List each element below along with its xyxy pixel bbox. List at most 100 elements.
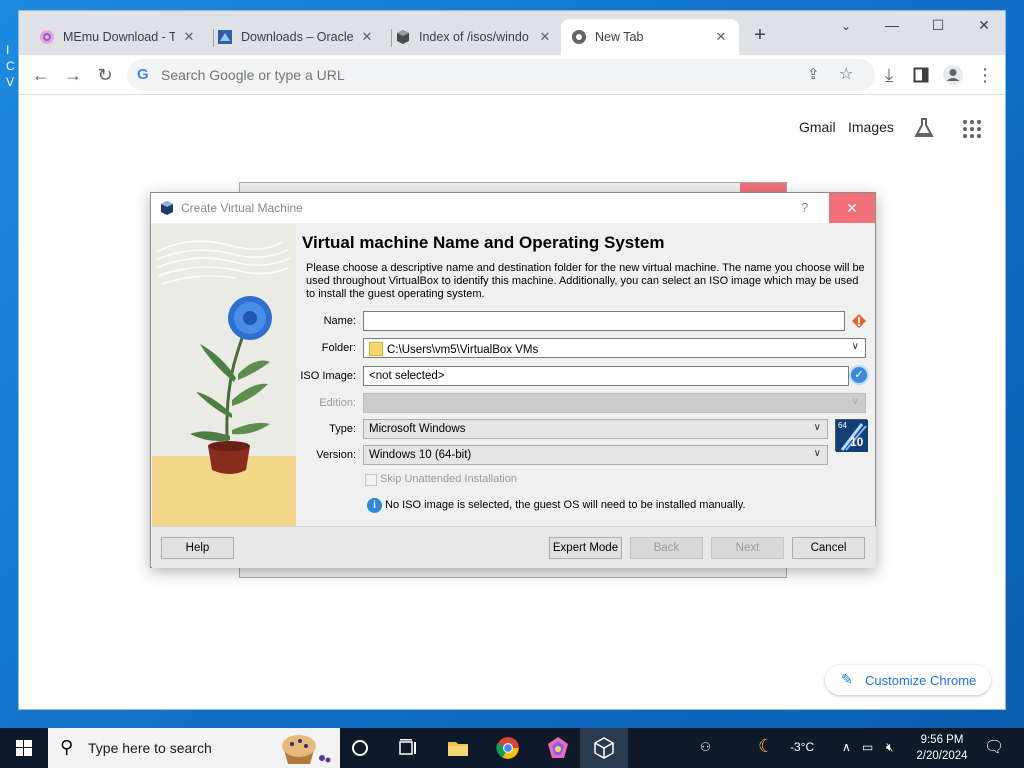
chevron-down-icon: ∨ bbox=[851, 396, 859, 407]
folder-combo[interactable]: C:\Users\vm5\VirtualBox VMs ∨ bbox=[363, 338, 866, 358]
clock-time: 9:56 PM bbox=[920, 734, 964, 746]
menu-kebab-icon[interactable]: ⋮ bbox=[973, 63, 997, 87]
google-apps-icon[interactable] bbox=[963, 120, 981, 138]
type-value: Microsoft Windows bbox=[369, 423, 466, 435]
file-explorer-icon[interactable] bbox=[446, 736, 470, 760]
tab-new-tab[interactable]: New Tab ✕ bbox=[561, 19, 739, 55]
google-g-icon: G bbox=[137, 66, 149, 83]
type-combo[interactable]: Microsoft Windows ∨ bbox=[363, 419, 828, 439]
expert-mode-button[interactable]: Expert Mode bbox=[549, 537, 622, 559]
pencil-icon: ✎ bbox=[841, 671, 853, 687]
temperature-label[interactable]: -3°C bbox=[790, 740, 814, 754]
browser-toolbar: ← → ↻ G ⇪ ☆ ⤓ ⋮ bbox=[19, 55, 1005, 95]
windows-taskbar: ⚲ Type here to search ⚇ ☾ -3°C ∧ ▭ 🔇︎ 9:… bbox=[0, 728, 1024, 768]
virtualbox-logo-icon bbox=[159, 200, 175, 216]
share-icon[interactable]: ⇪ bbox=[807, 65, 820, 83]
tab-memu[interactable]: MEmu Download - Th ✕ bbox=[29, 19, 207, 55]
weather-moon-icon[interactable]: ☾ bbox=[758, 736, 774, 757]
edition-label: Edition: bbox=[319, 397, 356, 409]
omnibox-input[interactable] bbox=[161, 65, 761, 85]
task-view-icon[interactable] bbox=[396, 736, 420, 760]
back-icon[interactable]: ← bbox=[29, 63, 53, 87]
maximize-icon[interactable]: ☐ bbox=[923, 17, 953, 34]
dialog-close-button[interactable]: ✕ bbox=[829, 193, 875, 223]
skip-unattended-checkbox bbox=[365, 474, 377, 486]
virtualbox-taskbar-icon[interactable] bbox=[592, 736, 616, 760]
address-bar[interactable]: G ⇪ ☆ bbox=[127, 59, 875, 91]
folder-value: C:\Users\vm5\VirtualBox VMs bbox=[387, 344, 539, 356]
cube-favicon-icon bbox=[395, 29, 411, 45]
minimize-icon[interactable]: — bbox=[877, 17, 907, 33]
folder-icon bbox=[369, 342, 383, 356]
info-message: No ISO image is selected, the guest OS w… bbox=[385, 499, 746, 511]
dialog-button-bar: Help Expert Mode Back Next Cancel bbox=[152, 526, 876, 568]
tab-index-isos[interactable]: Index of /isos/windo ✕ bbox=[385, 19, 563, 55]
tab-title: Index of /isos/windo bbox=[419, 30, 529, 44]
gmail-link[interactable]: Gmail bbox=[799, 119, 836, 135]
show-hidden-icons-chevron[interactable]: ∧ bbox=[842, 740, 851, 754]
memu-taskbar-icon[interactable] bbox=[546, 736, 570, 760]
customize-chrome-button[interactable]: ✎ Customize Chrome bbox=[825, 665, 991, 695]
help-button[interactable]: Help bbox=[161, 537, 234, 559]
new-tab-button[interactable]: + bbox=[749, 25, 771, 47]
cancel-button[interactable]: Cancel bbox=[792, 537, 865, 559]
iso-browse-icon[interactable]: ✓ bbox=[849, 365, 869, 385]
search-icon: ⚲ bbox=[60, 737, 74, 757]
tab-search-icon[interactable]: ⌄ bbox=[831, 19, 861, 33]
folder-label: Folder: bbox=[321, 342, 356, 354]
close-tab-icon[interactable]: ✕ bbox=[713, 29, 729, 45]
chrome-taskbar-icon[interactable] bbox=[496, 736, 520, 760]
task-view-cortana-icon[interactable] bbox=[348, 736, 372, 760]
taskbar-search-box[interactable]: ⚲ Type here to search bbox=[48, 728, 340, 768]
close-tab-icon[interactable]: ✕ bbox=[359, 29, 375, 45]
vm-name-field[interactable] bbox=[363, 311, 845, 331]
chrome-favicon-icon bbox=[571, 29, 587, 45]
back-button: Back bbox=[630, 537, 703, 559]
virtualbox-favicon-icon bbox=[217, 29, 233, 45]
desktop-icon-label[interactable]: I C V bbox=[6, 42, 18, 90]
name-label: Name: bbox=[323, 315, 356, 327]
bookmark-star-icon[interactable]: ☆ bbox=[839, 64, 853, 84]
side-panel-icon[interactable] bbox=[909, 63, 933, 87]
next-button: Next bbox=[711, 537, 784, 559]
clock-date: 2/20/2024 bbox=[916, 750, 968, 762]
notifications-icon[interactable]: 🗨︎ bbox=[984, 737, 1004, 757]
downloads-icon[interactable]: ⤓ bbox=[877, 63, 901, 87]
version-label: Version: bbox=[316, 449, 356, 461]
wizard-heading: Virtual machine Name and Operating Syste… bbox=[302, 233, 665, 252]
search-highlight-muffin-icon bbox=[274, 732, 332, 764]
images-link[interactable]: Images bbox=[848, 119, 894, 135]
reload-icon[interactable]: ↻ bbox=[93, 63, 117, 87]
chevron-down-icon: ∨ bbox=[813, 422, 821, 433]
iso-image-combo[interactable]: <not selected> bbox=[363, 366, 849, 386]
os-badge-top: 64 bbox=[838, 421, 847, 430]
edition-combo: ∨ bbox=[363, 393, 866, 413]
labs-flask-icon[interactable] bbox=[913, 117, 935, 139]
forward-icon[interactable]: → bbox=[61, 63, 85, 87]
chevron-down-icon: ∨ bbox=[813, 448, 821, 459]
create-vm-dialog: Create Virtual Machine ? ✕ Virtual machi… bbox=[150, 192, 876, 568]
tab-title: New Tab bbox=[595, 30, 644, 44]
tab-downloads-oracle[interactable]: Downloads – Oracle V ✕ bbox=[207, 19, 385, 55]
help-question-icon[interactable]: ? bbox=[801, 200, 808, 215]
network-icon[interactable]: ▭ bbox=[862, 740, 873, 754]
warning-icon bbox=[851, 313, 867, 329]
close-tab-icon[interactable]: ✕ bbox=[181, 29, 197, 45]
close-tab-icon[interactable]: ✕ bbox=[537, 29, 553, 45]
tab-title: Downloads – Oracle V bbox=[241, 30, 353, 44]
iso-image-label: ISO Image: bbox=[300, 370, 356, 382]
system-clock[interactable]: 9:56 PM 2/20/2024 bbox=[910, 732, 974, 764]
dialog-title: Create Virtual Machine bbox=[181, 201, 303, 215]
people-icon[interactable]: ⚇ bbox=[700, 740, 711, 754]
type-label: Type: bbox=[329, 423, 356, 435]
wizard-description: Please choose a descriptive name and des… bbox=[306, 262, 865, 300]
dialog-titlebar: Create Virtual Machine ? ✕ bbox=[151, 193, 875, 223]
close-window-icon[interactable]: ✕ bbox=[969, 17, 999, 34]
version-combo[interactable]: Windows 10 (64-bit) ∨ bbox=[363, 445, 828, 465]
taskbar-search-placeholder: Type here to search bbox=[88, 740, 212, 756]
profile-avatar-icon[interactable] bbox=[941, 63, 965, 87]
volume-muted-icon[interactable]: 🔇︎ bbox=[886, 740, 894, 755]
skip-unattended-label: Skip Unattended Installation bbox=[380, 473, 517, 485]
start-button[interactable] bbox=[0, 728, 48, 768]
tab-title: MEmu Download - Th bbox=[63, 30, 175, 44]
